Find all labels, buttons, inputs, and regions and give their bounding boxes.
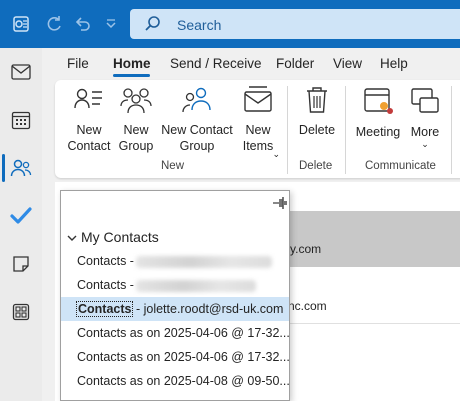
folder-dropdown: My Contacts Contacts - Contacts - Contac… [60,190,290,401]
new-items-chevron-icon: ⌄ [272,149,280,159]
group-label-delete: Delete [299,160,333,172]
contact-email-snippet: nc.com [288,299,327,313]
contact-folder-item[interactable]: Contacts as on 2025-04-06 @ 17-32... [61,345,289,369]
contact-card-icon [65,86,113,118]
apps-icon[interactable] [0,294,42,330]
separator [451,86,452,174]
trash-icon [295,86,339,118]
group-icon [115,86,157,118]
redacted-text [135,279,256,292]
more-chat-icon [405,86,445,120]
people-icon[interactable] [0,150,42,186]
meeting-label: Meeting [355,125,401,139]
tab-home[interactable]: Home [113,56,151,71]
new-contact-button[interactable]: New Contact [65,86,113,154]
contact-folder-item-selected[interactable]: Contacts - jolette.roodt@rsd-uk.com [61,297,289,321]
tab-help[interactable]: Help [380,56,408,71]
title-bar: Search [0,0,460,48]
contact-group-icon [159,86,235,118]
more-chevron-icon: ⌄ [421,139,429,149]
new-contact-label: New Contact [67,123,111,153]
todo-check-icon[interactable] [0,198,42,234]
tab-file[interactable]: File [67,56,89,71]
outlook-logo-icon [10,13,32,35]
group-label-new: New [161,160,185,172]
calendar-icon[interactable] [0,102,42,138]
sync-icon[interactable] [43,13,65,35]
group-label-communicate: Communicate [365,160,436,172]
search-icon [144,15,162,36]
search-placeholder: Search [177,17,222,33]
delete-label: Delete [298,123,336,137]
contact-folder-item[interactable]: Contacts as on 2025-04-06 @ 17-32... [61,321,289,345]
undo-icon[interactable] [71,13,93,35]
search-box[interactable]: Search [130,9,460,39]
ribbon: New Contact New Group New Contact Group … [55,80,460,178]
my-contacts-group[interactable]: My Contacts [67,229,159,245]
new-group-button[interactable]: New Group [115,86,157,154]
redacted-text [135,255,272,268]
navigation-rail [0,48,42,401]
contact-email-snippet: y.com [290,242,322,256]
tab-send-receive[interactable]: Send / Receive [170,56,262,71]
new-group-label: New Group [118,123,154,153]
contact-folder-item[interactable]: Contacts as on 2025-04-08 @ 09-50... [61,369,289,393]
new-items-envelope-icon [235,86,281,118]
meeting-calendar-icon [353,86,403,120]
notes-icon[interactable] [0,246,42,282]
meeting-button[interactable]: Meeting [353,86,403,140]
my-contacts-label: My Contacts [81,229,159,245]
separator [287,86,288,174]
contact-folder-item[interactable]: Contacts - [61,249,289,273]
new-contact-group-button[interactable]: New Contact Group [159,86,235,154]
customize-toolbar-icon[interactable] [100,13,122,35]
more-label: More [410,125,440,139]
tab-view[interactable]: View [333,56,362,71]
separator [345,86,346,174]
contact-folder-item[interactable]: Contacts - [61,273,289,297]
chevron-down-icon [67,229,77,245]
tab-home-underline [113,74,150,77]
more-button[interactable]: More ⌄ [405,86,445,149]
new-contact-group-label: New Contact Group [161,123,233,153]
pin-icon[interactable] [272,196,288,213]
mail-icon[interactable] [0,54,42,90]
new-items-button[interactable]: New Items ⌄ [235,86,281,159]
delete-button[interactable]: Delete [295,86,339,138]
tab-folder[interactable]: Folder [276,56,314,71]
